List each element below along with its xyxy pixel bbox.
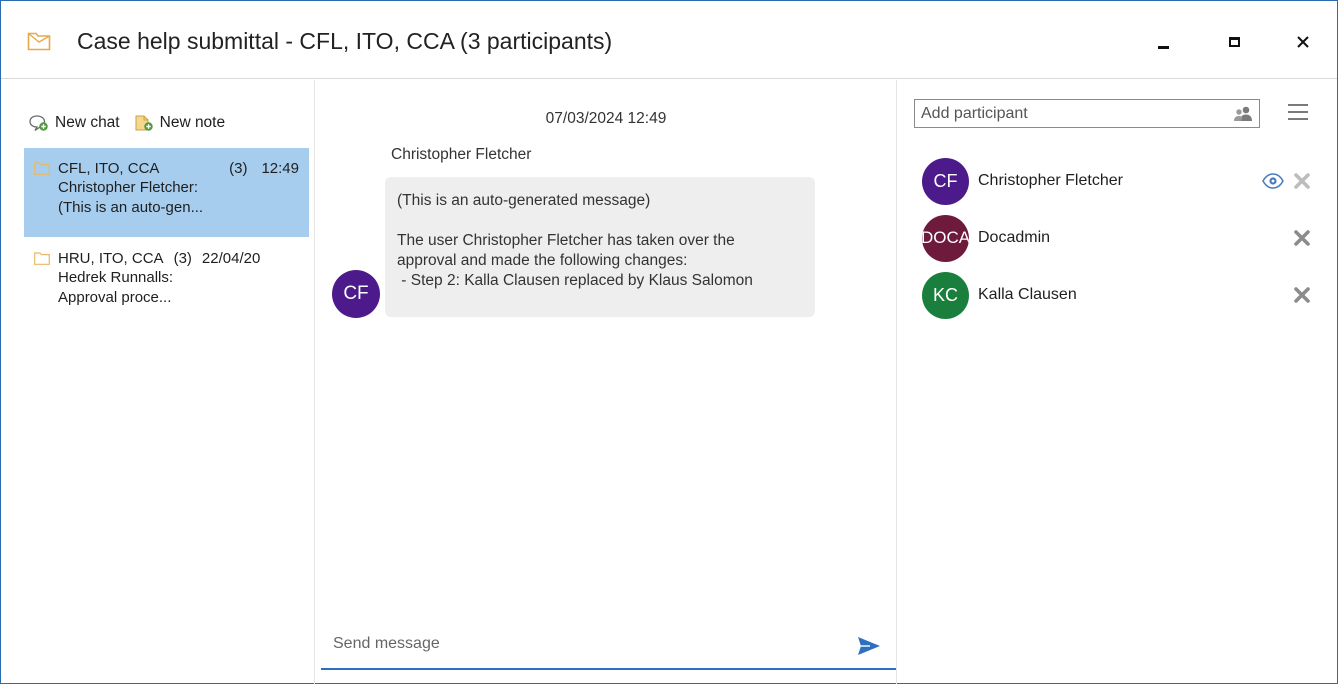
add-participant-box [914, 99, 1260, 128]
message-sender: Christopher Fletcher [391, 146, 532, 163]
chat-last-sender: Hedrek Runnalls: [58, 269, 174, 286]
new-note-icon [135, 115, 153, 131]
participant-row: CF Christopher Fletcher [922, 156, 1312, 206]
chat-list-item[interactable]: HRU, ITO, CCA (3) 22/04/20 Hedrek Runnal… [24, 238, 309, 327]
close-button[interactable] [1288, 27, 1318, 57]
chat-list-item[interactable]: CFL, ITO, CCA (3) 12:49 Christopher Flet… [24, 148, 309, 237]
chat-preview: Approval proce... [58, 289, 172, 306]
remove-participant-button[interactable] [1292, 171, 1312, 191]
participant-name: Kalla Clausen [978, 286, 1077, 303]
minimize-button[interactable] [1148, 27, 1178, 57]
remove-icon [1294, 287, 1310, 303]
chat-participant-count: (3) [229, 159, 248, 177]
participant-row: KC Kalla Clausen [922, 270, 1312, 320]
remove-icon [1294, 173, 1310, 189]
participants-panel: CF Christopher Fletcher DOCA Docadmin [897, 80, 1338, 684]
new-chat-icon [29, 115, 48, 132]
chat-participants: CFL, ITO, CCA [58, 159, 160, 177]
remove-participant-button[interactable] [1292, 285, 1312, 305]
chat-window: Case help submittal - CFL, ITO, CCA (3 p… [0, 0, 1338, 684]
participant-actions [1262, 156, 1312, 206]
chat-timestamp: 12:49 [261, 159, 299, 177]
message-line: (This is an auto-generated message) [397, 192, 651, 209]
message-date: 07/03/2024 12:49 [545, 110, 667, 127]
participant-row: DOCA Docadmin [922, 213, 1312, 263]
send-icon[interactable] [856, 634, 882, 658]
send-message-input[interactable] [333, 632, 833, 656]
maximize-button[interactable] [1219, 27, 1249, 57]
folder-icon [34, 161, 50, 175]
remove-participant-button[interactable] [1292, 228, 1312, 248]
minimize-icon [1157, 45, 1169, 49]
eye-icon[interactable] [1262, 173, 1284, 189]
message-composer [321, 622, 896, 670]
participant-avatar: DOCA [922, 214, 969, 262]
sender-avatar: CF [332, 270, 380, 318]
participant-actions [1292, 270, 1312, 320]
participant-name: Christopher Fletcher [978, 172, 1123, 189]
message-line: approval and made the following changes: [397, 252, 688, 269]
conversation-panel: 07/03/2024 12:49 Christopher Fletcher (T… [315, 80, 897, 684]
chat-participant-count: (3) [173, 249, 192, 267]
chat-preview: (This is an auto-gen... [58, 199, 204, 216]
chat-timestamp: 22/04/20 [201, 249, 261, 267]
chat-list-panel: New chat New note CFL, ITO, CCA (3) 12:4… [1, 80, 315, 684]
participant-avatar: KC [922, 271, 969, 319]
new-chat-button[interactable]: New chat [29, 114, 120, 132]
folder-icon [34, 251, 50, 265]
remove-icon [1294, 230, 1310, 246]
participant-actions [1292, 213, 1312, 263]
participant-name: Docadmin [978, 229, 1051, 246]
new-note-label: New note [159, 114, 226, 131]
chat-participants: HRU, ITO, CCA [58, 249, 164, 267]
chat-last-sender: Christopher Fletcher: [58, 179, 199, 196]
participant-avatar: CF [922, 157, 969, 205]
maximize-icon [1228, 37, 1240, 47]
new-note-button[interactable]: New note [134, 114, 225, 132]
title-bar: Case help submittal - CFL, ITO, CCA (3 p… [1, 1, 1337, 79]
message-bubble: (This is an auto-generated message) The … [385, 177, 815, 317]
new-chat-label: New chat [55, 114, 120, 131]
hamburger-menu-icon[interactable] [1287, 102, 1309, 122]
case-folder-icon [27, 32, 51, 51]
people-picker-icon[interactable] [1233, 105, 1253, 123]
message-line: - Step 2: Kalla Clausen replaced by Klau… [397, 272, 753, 289]
message-line [397, 211, 803, 231]
add-participant-input[interactable] [921, 103, 1221, 124]
close-icon [1297, 36, 1309, 48]
window-title: Case help submittal - CFL, ITO, CCA (3 p… [77, 28, 613, 54]
chat-toolbar: New chat New note [29, 112, 225, 134]
message-line: The user Christopher Fletcher has taken … [397, 232, 735, 249]
